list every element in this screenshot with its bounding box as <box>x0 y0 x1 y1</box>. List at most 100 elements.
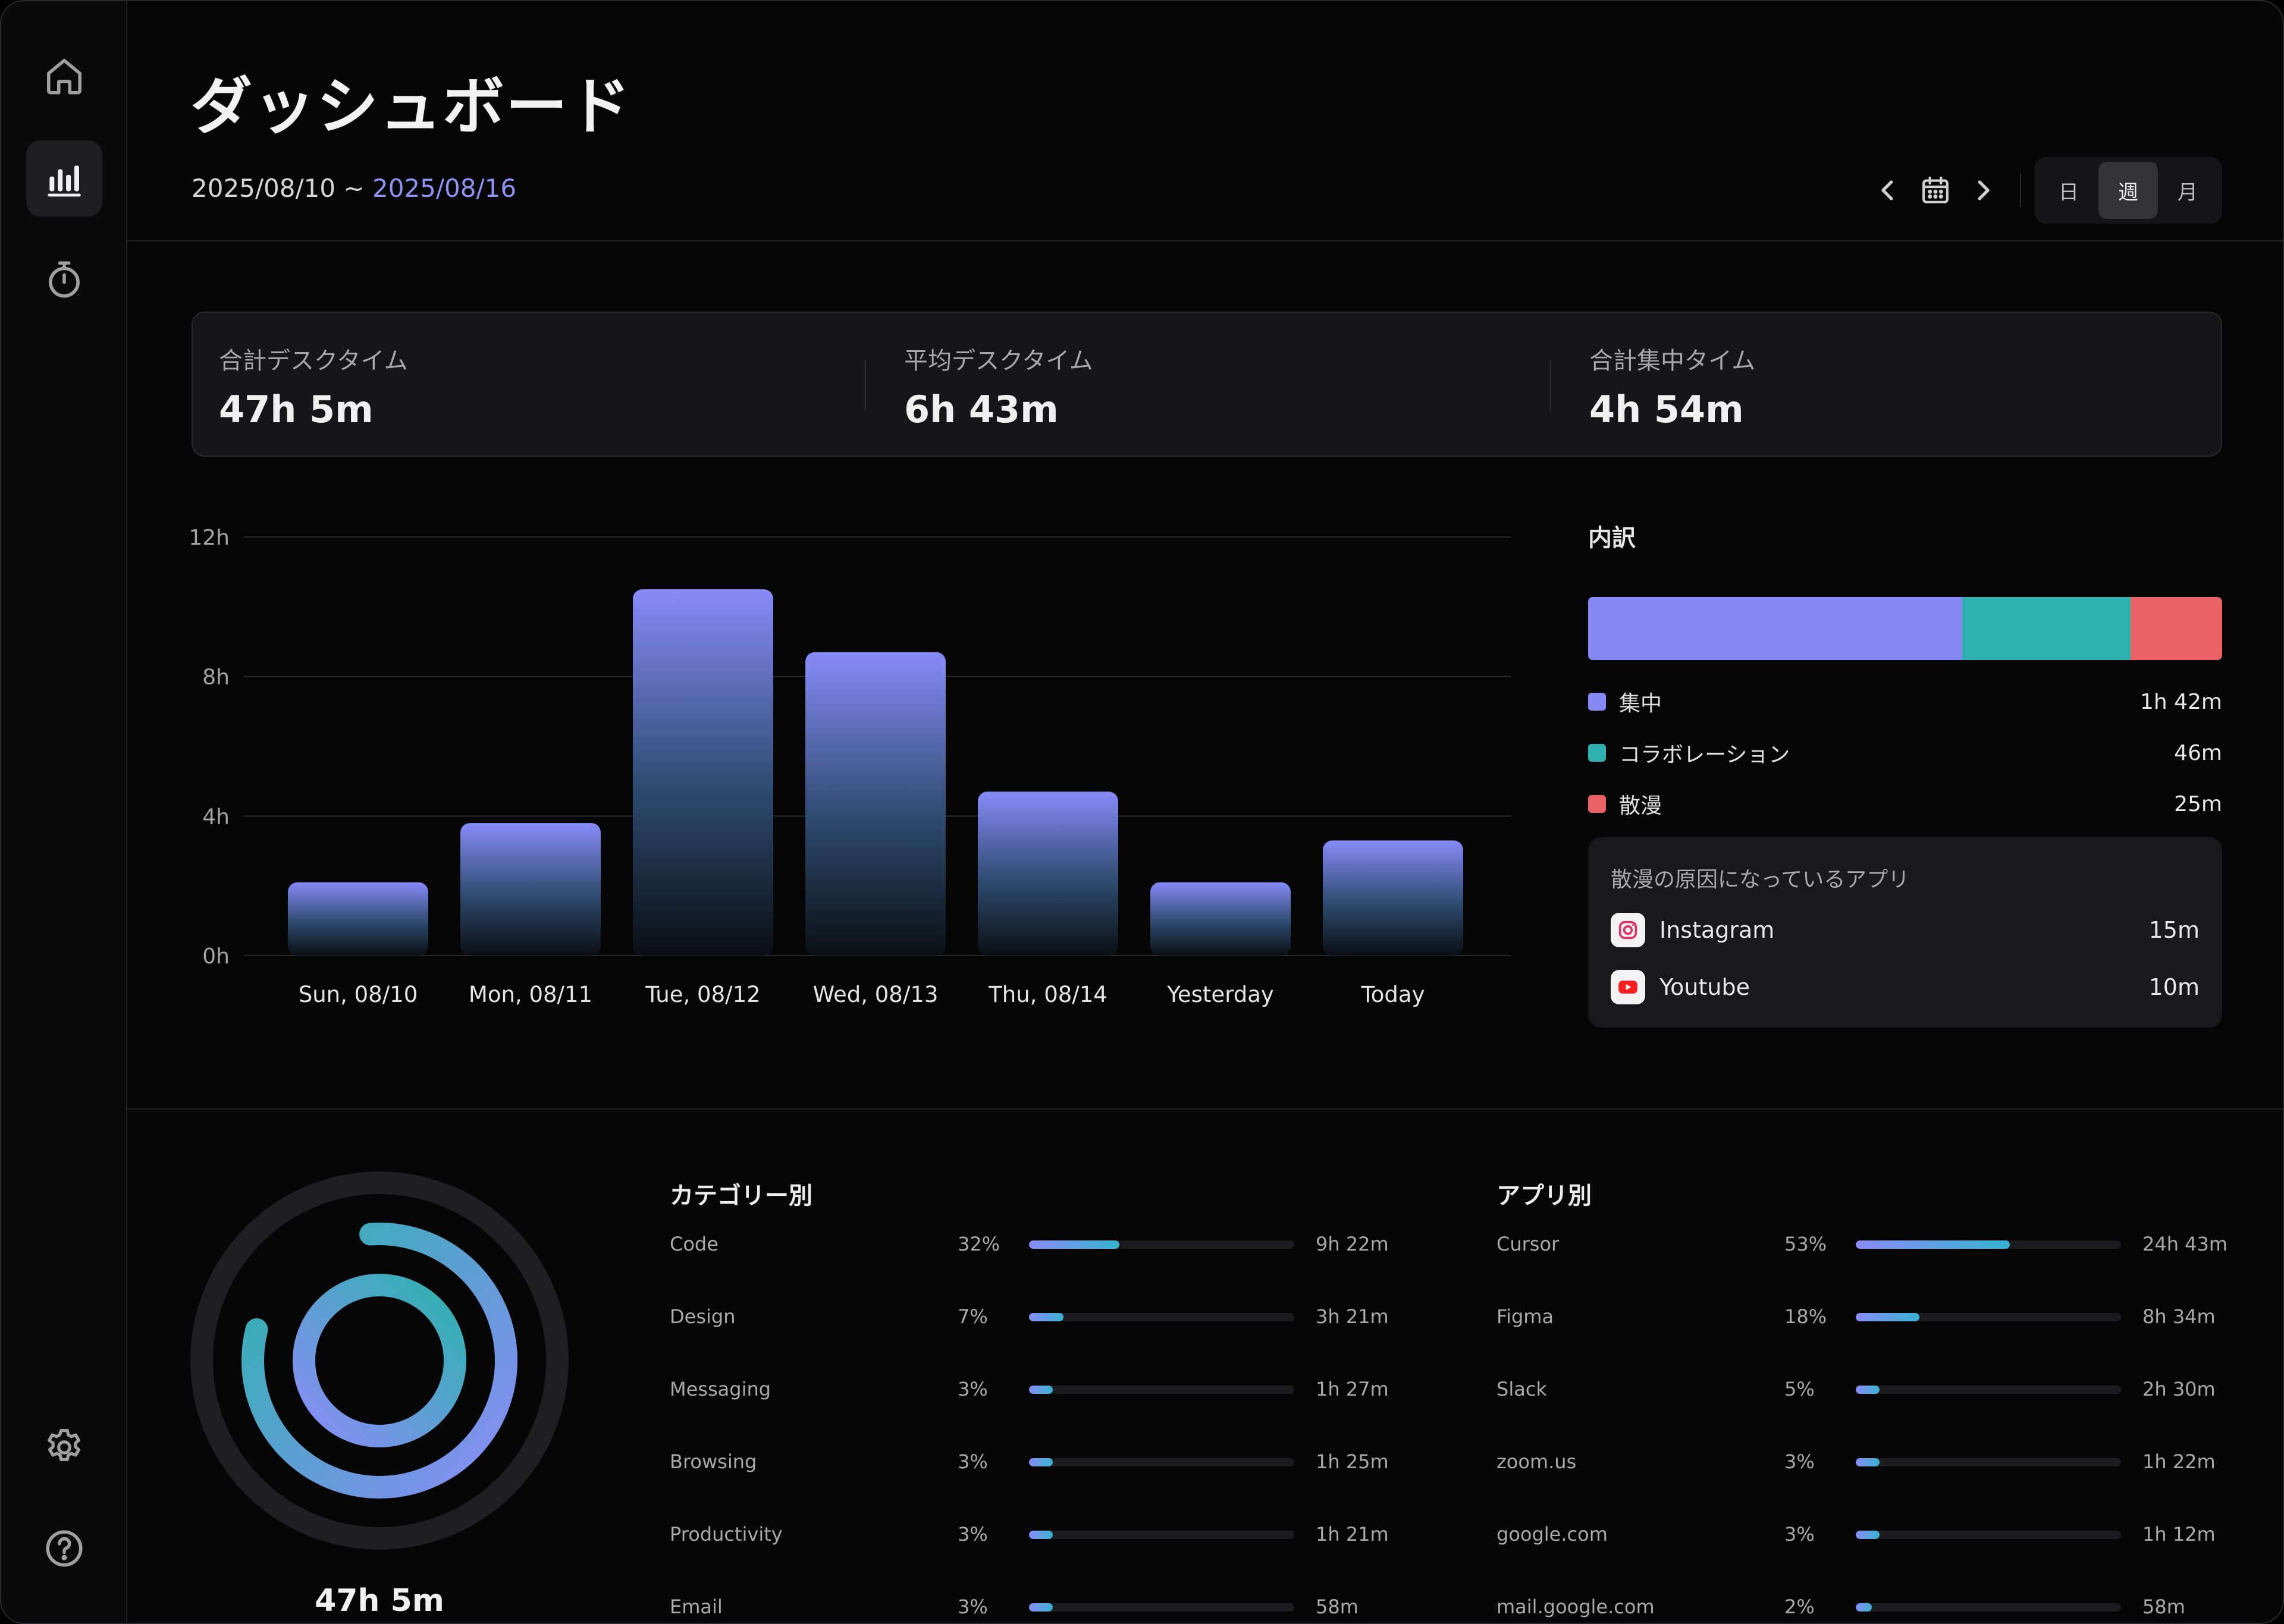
x-tick-label: Yesterday <box>1166 982 1274 1007</box>
nav-divider <box>2020 174 2021 207</box>
bar-3[interactable] <box>805 652 946 956</box>
category-row[interactable]: Design 7% 3h 21m <box>670 1299 1389 1334</box>
distraction-app-youtube[interactable]: Youtube 10m <box>1611 968 2200 1006</box>
sidebar-item-settings[interactable] <box>26 1409 102 1485</box>
legend-label: 散漫 <box>1619 794 1662 818</box>
middle-ring-arc <box>241 1223 517 1499</box>
sidebar-item-help[interactable] <box>26 1510 102 1587</box>
category-name: Productivity <box>670 1523 783 1546</box>
date-end[interactable]: 2025/08/16 <box>372 174 516 203</box>
distraction-apps-card: 散漫の原因になっているアプリ Instagram 15m Youtube 10m <box>1588 837 2222 1028</box>
period-day[interactable]: 日 <box>2039 162 2098 219</box>
app-name: google.com <box>1496 1523 1608 1546</box>
stacked-segment[interactable] <box>1962 597 2131 660</box>
category-row[interactable]: Email 3% 58m <box>670 1589 1383 1623</box>
app-percent: 5% <box>1784 1378 1815 1400</box>
app-name: Youtube <box>1659 974 1750 1000</box>
app-duration: 58m <box>2142 1595 2185 1618</box>
prev-period-button[interactable] <box>1864 167 1912 214</box>
category-progress-fill <box>1029 1531 1053 1539</box>
category-row[interactable]: Browsing 3% 1h 25m <box>670 1444 1389 1479</box>
sidebar-item-dashboard[interactable] <box>26 140 102 216</box>
chevron-right-icon <box>1978 180 1990 200</box>
stat-divider <box>865 360 866 410</box>
category-row[interactable]: Messaging 3% 1h 27m <box>670 1371 1389 1407</box>
distraction-app-instagram[interactable]: Instagram 15m <box>1611 911 2200 949</box>
category-row[interactable]: Code 32% 9h 22m <box>670 1226 1389 1262</box>
period-week[interactable]: 週 <box>2098 162 2158 219</box>
app-duration: 24h 43m <box>2142 1233 2228 1255</box>
bar-chart-svg: 0h 4h 8h 12h Sun, 08/10 Mon, 08/11 Tue, 08/12 W… <box>189 526 1511 1007</box>
x-tick-label: Thu, 08/14 <box>988 982 1108 1007</box>
app-percent: 2% <box>1784 1595 1815 1618</box>
category-percent: 3% <box>958 1523 988 1546</box>
category-row[interactable]: Productivity 3% 1h 21m <box>670 1516 1389 1552</box>
category-name: Code <box>670 1233 719 1255</box>
stacked-segment[interactable] <box>1588 597 1962 660</box>
app-list-title: アプリ別 <box>1496 1182 1592 1210</box>
legend-collaboration: コラボレーション 46m <box>1588 735 2222 771</box>
sidebar-item-timer[interactable] <box>26 241 102 318</box>
category-duration: 1h 27m <box>1316 1378 1389 1400</box>
bar-5[interactable] <box>1150 882 1291 956</box>
desk-time-bar-chart: 0h 4h 8h 12h Sun, 08/10 Mon, 08/11 Tue, 08/12 W… <box>127 489 1555 1024</box>
bar-6[interactable] <box>1323 840 1463 956</box>
stacked-segment[interactable] <box>2130 597 2222 660</box>
ring-total-time: 47h 5m <box>315 1583 444 1619</box>
category-name: Messaging <box>670 1378 771 1400</box>
period-navigation: 日 週 月 <box>1864 155 2222 226</box>
category-progress-fill <box>1029 1240 1119 1249</box>
period-month[interactable]: 月 <box>2158 162 2217 219</box>
x-tick-label: Wed, 08/13 <box>813 982 939 1007</box>
category-percent: 3% <box>958 1595 988 1618</box>
category-percent: 7% <box>958 1305 988 1328</box>
app-row[interactable]: mail.google.com 2% 58m <box>1496 1589 2210 1623</box>
calendar-button[interactable] <box>1912 167 1959 214</box>
legend-label: コラボレーション <box>1619 743 1790 767</box>
breakdown-stacked-bar <box>1588 597 2222 660</box>
legend-value: 25m <box>2174 791 2222 816</box>
stat-average-desk-time: 平均デスクタイム 6h 43m <box>904 341 1093 431</box>
y-tick-label: 12h <box>189 526 230 550</box>
next-period-button[interactable] <box>1959 167 2007 214</box>
breakdown-title: 内訳 <box>1588 524 1636 552</box>
gear-icon <box>48 1429 80 1461</box>
app-duration: 10m <box>2148 974 2200 1000</box>
bar-2[interactable] <box>633 589 773 956</box>
app-row[interactable]: Figma 18% 8h 34m <box>1496 1299 2216 1334</box>
bar-0[interactable] <box>288 882 428 956</box>
category-duration: 1h 25m <box>1316 1450 1389 1473</box>
stat-label: 合計集中タイム <box>1589 347 1756 375</box>
y-tick-label: 0h <box>202 944 230 969</box>
category-percent: 3% <box>958 1450 988 1473</box>
bar-1[interactable] <box>460 823 601 956</box>
legend-swatch <box>1588 693 1606 711</box>
category-progress-track <box>1029 1603 1294 1612</box>
category-duration: 9h 22m <box>1316 1233 1389 1255</box>
app-progress-track <box>1856 1313 2121 1321</box>
section-divider <box>127 1108 2283 1110</box>
stopwatch-icon <box>49 261 80 298</box>
app-percent: 3% <box>1784 1523 1815 1546</box>
legend-distraction: 散漫 25m <box>1588 786 2222 822</box>
app-row[interactable]: Slack 5% 2h 30m <box>1496 1371 2216 1407</box>
x-tick-label: Today <box>1360 982 1425 1007</box>
date-separator: ~ <box>335 174 372 203</box>
app-row[interactable]: google.com 3% 1h 12m <box>1496 1516 2216 1552</box>
app-row[interactable]: Cursor 53% 24h 43m <box>1496 1226 2227 1262</box>
stat-total-focus-time: 合計集中タイム 4h 54m <box>1589 341 1755 431</box>
sidebar-item-home[interactable] <box>26 38 102 114</box>
app-row[interactable]: zoom.us 3% 1h 22m <box>1496 1444 2216 1479</box>
sidebar <box>1 1 127 1623</box>
distraction-apps-title: 散漫の原因になっているアプリ <box>1611 868 1910 892</box>
app-progress-fill <box>1856 1240 2010 1249</box>
stat-label: 平均デスクタイム <box>904 347 1093 375</box>
breakdown-panel: 内訳 集中 1h 42m コラボレーション 46m 散漫 25m 散漫の原因にな… <box>1588 519 2222 1028</box>
app-progress-fill <box>1856 1458 1880 1466</box>
y-tick-label: 4h <box>202 805 230 829</box>
youtube-icon <box>1611 970 1645 1004</box>
app-percent: 53% <box>1784 1233 1827 1255</box>
app-name: Cursor <box>1496 1233 1560 1255</box>
bar-4[interactable] <box>978 791 1118 956</box>
legend-value: 46m <box>2174 740 2222 765</box>
